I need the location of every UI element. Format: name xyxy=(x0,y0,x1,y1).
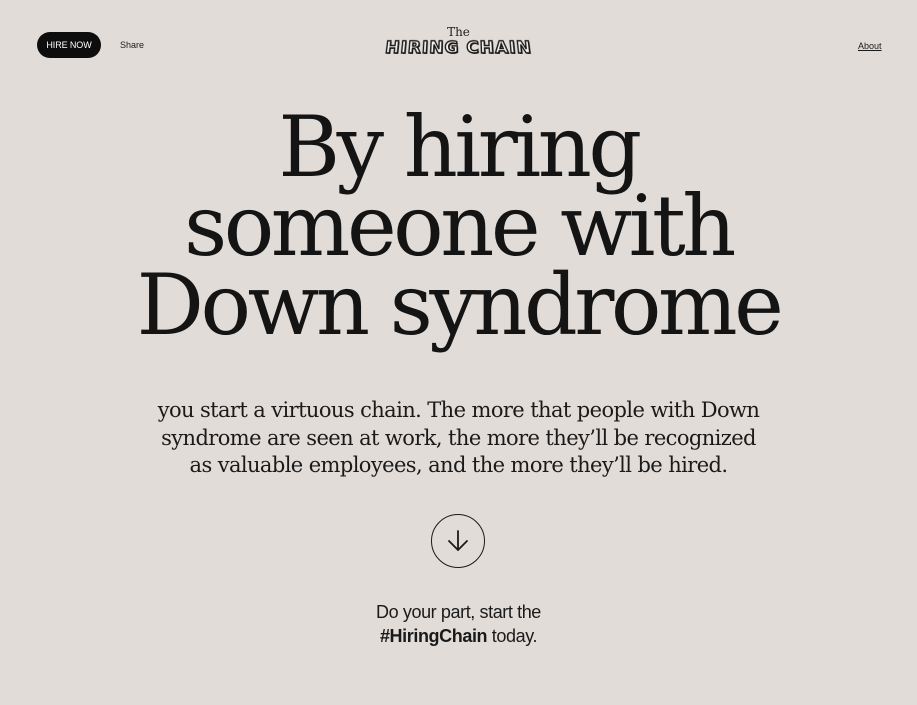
cta-line-1: Do your part, start the xyxy=(376,602,541,622)
subtext-line-2: syndrome are seen at work, the more they… xyxy=(161,425,756,450)
scroll-down-button[interactable] xyxy=(431,514,485,568)
share-link[interactable]: Share xyxy=(120,40,144,50)
headline-line-2: someone with xyxy=(184,177,736,275)
logo-the-text: The xyxy=(447,25,470,39)
call-to-action: Do your part, start the #HiringChain tod… xyxy=(0,600,917,648)
headline-line-3: Down syndrome xyxy=(136,256,784,354)
arrow-down-icon xyxy=(448,530,468,551)
hire-now-button[interactable]: HIRE NOW xyxy=(37,32,101,58)
headline-line-1: By hiring xyxy=(278,98,642,196)
cta-line-2: #HiringChain today. xyxy=(0,624,917,648)
about-link[interactable]: About xyxy=(858,41,882,51)
logo-name-text: HIRING CHAIN xyxy=(383,38,534,59)
subtext-line-1: you start a virtuous chain. The more tha… xyxy=(157,398,760,422)
subtext-line-3: as valuable employees, and the more they… xyxy=(189,453,729,477)
hiring-chain-logo[interactable]: The HIRING CHAIN xyxy=(380,24,537,68)
hero-headline: By hiring someone with Down syndrome xyxy=(0,98,917,354)
site-header: HIRE NOW Share The HIRING CHAIN About xyxy=(0,0,917,90)
cta-suffix: today. xyxy=(487,626,538,646)
hero-subtext: you start a virtuous chain. The more tha… xyxy=(0,397,917,480)
hashtag-text: #HiringChain xyxy=(379,626,488,646)
